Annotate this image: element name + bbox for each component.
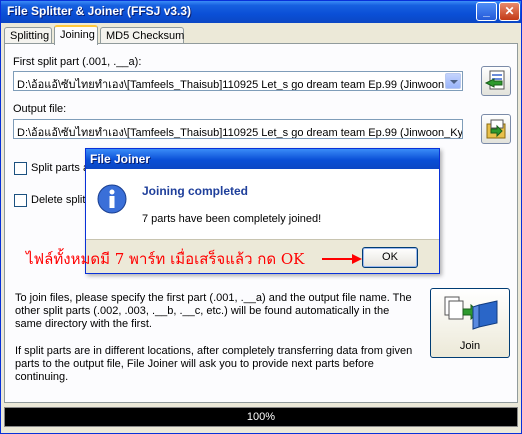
- dialog-heading: Joining completed: [142, 184, 249, 198]
- info-paragraph-1: To join files, please specify the first …: [15, 292, 412, 330]
- tab-joining[interactable]: Joining: [54, 25, 98, 45]
- close-button[interactable]: ✕: [499, 2, 520, 21]
- window-title: File Splitter & Joiner (FFSJ v3.3): [7, 4, 192, 18]
- join-files-icon: [444, 296, 498, 330]
- info-paragraph-2: If split parts are in different location…: [15, 345, 413, 383]
- join-button-label: Join: [459, 340, 481, 352]
- first-part-value: D:\อ้อแอ้\ซับไทยทำเอง\[Tamfeels_Thaisub]…: [17, 79, 445, 91]
- dialog-title: File Joiner: [90, 152, 151, 166]
- browse-first-part-button[interactable]: [481, 66, 511, 96]
- progress-bar: 100%: [4, 407, 518, 427]
- dialog-title-bar[interactable]: File Joiner: [86, 149, 439, 169]
- save-file-icon: [486, 119, 506, 139]
- ok-button[interactable]: OK: [362, 247, 418, 268]
- browse-output-button[interactable]: [481, 114, 511, 144]
- first-part-label: First split part (.001, .__a):: [13, 56, 142, 68]
- tab-md5-checksum[interactable]: MD5 Checksum: [100, 27, 184, 44]
- output-file-value: D:\อ้อแอ้\ซับไทยทำเอง\[Tamfeels_Thaisub]…: [17, 127, 463, 139]
- split-parts-label: Split parts a: [31, 162, 90, 174]
- close-icon: ✕: [504, 4, 515, 18]
- join-button[interactable]: Join: [430, 288, 510, 358]
- dialog-message: 7 parts have been completely joined!: [142, 213, 322, 225]
- tab-splitting[interactable]: Splitting: [4, 27, 52, 44]
- chevron-down-icon[interactable]: [445, 73, 461, 89]
- delete-split-label: Delete split: [31, 194, 86, 206]
- delete-split-checkbox[interactable]: [14, 194, 27, 207]
- arrow-right-icon: [322, 254, 362, 264]
- minimize-icon: _: [483, 4, 490, 18]
- info-icon: [97, 184, 127, 214]
- progress-text: 100%: [246, 411, 276, 423]
- first-part-combo[interactable]: D:\อ้อแอ้\ซับไทยทำเอง\[Tamfeels_Thaisub]…: [13, 71, 463, 91]
- open-file-icon: [484, 70, 505, 90]
- output-file-label: Output file:: [13, 103, 67, 115]
- output-file-field[interactable]: D:\อ้อแอ้\ซับไทยทำเอง\[Tamfeels_Thaisub]…: [13, 119, 463, 139]
- annotation-text: ไฟล์ทั้งหมดมี 7 พาร์ท เมื่อเสร็จแล้ว กด …: [26, 250, 305, 268]
- minimize-button[interactable]: _: [476, 2, 497, 21]
- title-bar[interactable]: File Splitter & Joiner (FFSJ v3.3) _ ✕: [1, 1, 521, 23]
- split-parts-checkbox[interactable]: [14, 162, 27, 175]
- dialog-body: Joining completed 7 parts have been comp…: [86, 169, 439, 239]
